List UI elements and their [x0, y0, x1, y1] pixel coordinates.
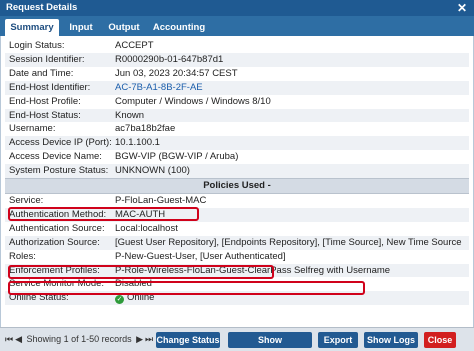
field-label: End-Host Status:	[5, 108, 111, 123]
change-status-button[interactable]: Change Status	[156, 332, 220, 348]
field-label: Service:	[9, 194, 44, 206]
roles-highlight-box	[8, 265, 274, 279]
field-value: Jun 03, 2023 20:34:57 CEST	[115, 67, 238, 79]
field-label: Login Status:	[9, 40, 65, 51]
close-button[interactable]: Close	[424, 332, 456, 348]
last-page-icon[interactable]: ⏭	[145, 334, 153, 344]
field-value: 10.1.100.1	[111, 136, 469, 151]
field-label: Date and Time:	[9, 67, 74, 79]
dialog-footer: ⏮ ◀ Showing 1 of 1-50 records ▶ ⏭ Change S…	[0, 327, 474, 351]
field-value: R0000290b-01-647b87d1	[111, 52, 469, 67]
field-label: Access Device IP (Port):	[5, 136, 111, 151]
table-row: Date and Time: Jun 03, 2023 20:34:57 CEST	[5, 67, 469, 81]
pager: ⏮ ◀ Showing 1 of 1-50 records ▶ ⏭	[5, 334, 155, 345]
table-row: Session Identifier: R0000290b-01-647b87d1	[5, 52, 469, 67]
pager-text: Showing 1 of 1-50 records	[26, 334, 132, 344]
field-label: Username:	[9, 123, 56, 135]
field-value: P-New-Guest-User, [User Authenticated]	[115, 250, 286, 262]
table-row: System Posture Status: UNKNOWN (100)	[5, 164, 469, 179]
field-value: P-FloLan-Guest-MAC	[115, 194, 207, 206]
end-host-link[interactable]: AC-7B-A1-8B-2F-AE	[115, 82, 203, 93]
tab-accounting[interactable]: Accounting	[148, 19, 210, 36]
tab-summary[interactable]: Summary	[5, 19, 59, 36]
tab-bar: Summary Input Output Accounting	[0, 16, 474, 36]
field-label: Authentication Source:	[9, 222, 105, 234]
table-row: Access Device Name: BGW-VIP (BGW-VIP / Ar…	[5, 150, 469, 164]
field-label: Roles:	[9, 250, 36, 262]
enforcement-highlight-box	[8, 281, 365, 295]
field-value: Computer / Windows / Windows 8/10	[115, 95, 271, 107]
show-logs-button[interactable]: Show Logs	[364, 332, 418, 348]
field-label: End-Host Profile:	[9, 95, 81, 107]
tab-input[interactable]: Input	[62, 19, 100, 36]
service-highlight-box	[8, 207, 199, 221]
show-configuration-button[interactable]: Show Configuration	[228, 332, 312, 348]
field-label: End-Host Identifier:	[5, 80, 111, 95]
field-label: Authorization Source:	[5, 235, 111, 250]
table-row: Service: P-FloLan-Guest-MAC	[5, 193, 469, 207]
dialog-title: Request Details	[6, 2, 78, 13]
dialog-titlebar: Request Details ✕	[0, 0, 474, 16]
section-header-row[interactable]: Policies Used -	[5, 178, 469, 194]
prev-page-icon[interactable]: ◀	[15, 334, 22, 344]
table-row: End-Host Identifier: AC-7B-A1-8B-2F-AE	[5, 80, 469, 95]
table-row: Access Device IP (Port): 10.1.100.1	[5, 136, 469, 151]
field-value: [Guest User Repository], [Endpoints Repo…	[111, 235, 469, 250]
field-value: BGW-VIP (BGW-VIP / Aruba)	[115, 151, 239, 163]
next-page-icon[interactable]: ▶	[136, 334, 143, 344]
field-value: UNKNOWN (100)	[111, 164, 469, 179]
table-row: End-Host Profile: Computer / Windows / Wi…	[5, 95, 469, 109]
check-circle-icon: ✓	[115, 295, 124, 305]
field-value: Known	[111, 108, 469, 123]
tab-output[interactable]: Output	[102, 19, 146, 36]
field-label: System Posture Status:	[5, 164, 111, 179]
first-page-icon[interactable]: ⏮	[5, 334, 13, 344]
table-row: Authorization Source: [Guest User Reposit…	[5, 235, 469, 250]
table-row: Username: ac7ba18b2fae	[5, 122, 469, 136]
field-label: Access Device Name:	[9, 151, 102, 163]
table-row: Roles: P-New-Guest-User, [User Authentica…	[5, 250, 469, 264]
table-row: Authentication Source: Local:localhost	[5, 222, 469, 236]
field-value: Local:localhost	[115, 222, 178, 234]
table-row: End-Host Status: Known	[5, 108, 469, 123]
table-row: Login Status: ACCEPT	[5, 39, 469, 53]
field-value: ac7ba18b2fae	[115, 123, 176, 135]
section-header[interactable]: Policies Used -	[5, 178, 469, 194]
close-icon[interactable]: ✕	[456, 2, 468, 14]
export-button[interactable]: Export	[318, 332, 358, 348]
field-label: Session Identifier:	[5, 52, 111, 67]
field-value: ACCEPT	[115, 40, 154, 51]
